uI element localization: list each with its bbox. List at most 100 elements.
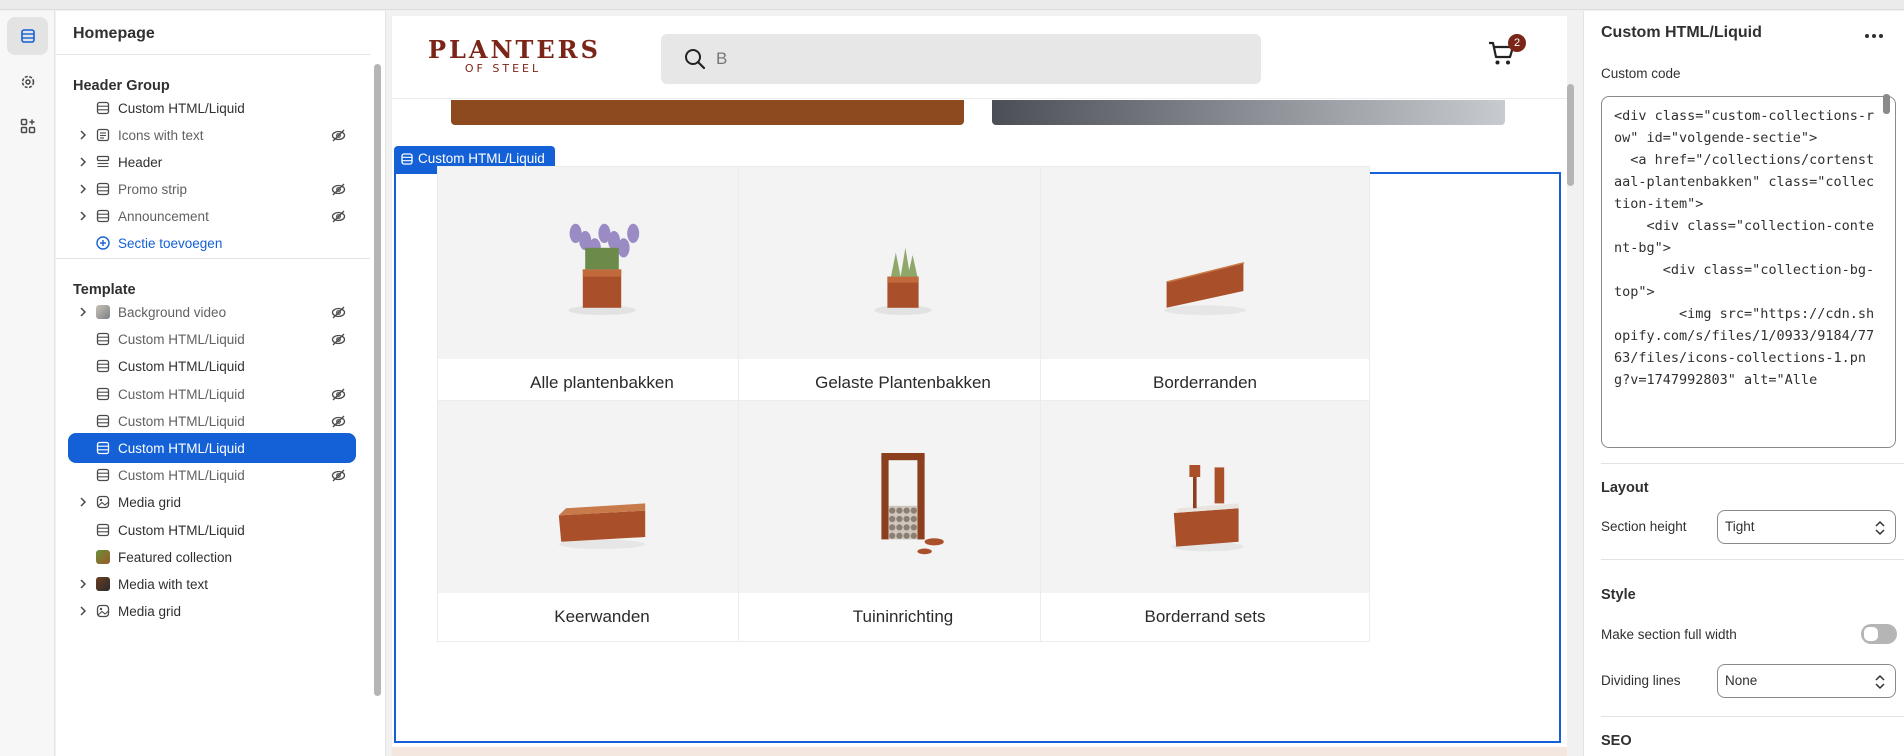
collection-card[interactable]: Keerwanden [437,400,767,642]
sidebar-item-custom-html-liquid[interactable]: Custom HTML/Liquid [68,93,356,123]
sidebar-item-background-video[interactable]: Background video [68,297,356,327]
section-icon [96,387,110,400]
media-grid-icon [96,605,110,618]
preview-scrollbar[interactable] [1567,84,1574,186]
next-section-edge [392,747,1567,756]
chevron-right-icon[interactable] [76,128,90,142]
eye-off-icon[interactable] [331,387,346,402]
header-group-title: Header Group [73,78,170,94]
sidebar-item-media-grid[interactable]: Media grid [68,487,356,517]
collection-title[interactable]: Keerwanden [438,593,766,641]
section-icon [96,469,110,482]
eye-off-icon[interactable] [331,305,346,320]
add-section-button[interactable]: Sectie toevoegen [68,228,356,258]
collection-card[interactable]: Gelaste Plantenbakken [738,166,1068,408]
sidebar-item-featured-collection[interactable]: Featured collection [68,542,356,572]
search-input[interactable] [716,46,1236,72]
editor-rail [0,11,55,756]
collection-image[interactable] [438,167,766,359]
sidebar-item-label: Custom HTML/Liquid [118,413,245,429]
divider [56,54,370,55]
sidebar-item-icons-with-text[interactable]: Icons with text [68,120,356,150]
chevron-right-icon[interactable] [76,577,90,591]
hero-image-right [992,100,1505,125]
sidebar-item-label: Media with text [118,577,209,592]
sidebar-item-label: Media grid [118,604,182,620]
section-icon [96,209,110,223]
collection-image[interactable] [1041,401,1369,593]
store-preview: PLANTERS OF STEEL 2 Custom HTML/Liquid A… [392,16,1567,756]
sidebar-item-media-with-text[interactable]: Media with text [68,569,356,599]
sidebar-item-custom-html-liquid[interactable]: Custom HTML/Liquid [68,379,356,409]
more-options-icon[interactable] [1864,33,1884,39]
chevron-right-icon[interactable] [76,209,90,223]
collection-title[interactable]: Borderrand sets [1041,593,1369,641]
store-search-bar[interactable] [661,34,1261,84]
custom-code-editor[interactable]: <div class="custom-collections-row" id="… [1601,96,1896,448]
chevron-right-icon[interactable] [76,182,90,196]
collection-image[interactable] [438,401,766,593]
collection-image[interactable] [1041,167,1369,359]
settings-title: Custom HTML/Liquid [1601,24,1762,41]
section-height-select[interactable]: Tight [1717,510,1896,544]
custom-code-text[interactable]: <div class="custom-collections-row" id="… [1614,105,1876,391]
planter-with-lavender-image [568,223,640,315]
apps-rail-button[interactable] [7,107,48,145]
eye-off-icon[interactable] [331,209,346,224]
collection-image[interactable] [739,167,1067,359]
eye-off-icon[interactable] [331,414,346,429]
sidebar-item-custom-html-liquid[interactable]: Custom HTML/Liquid [68,515,356,545]
store-logo[interactable]: PLANTERS OF STEEL [428,38,598,76]
sidebar-scrollbar[interactable] [374,64,381,696]
sidebar-item-header[interactable]: Header [68,147,356,177]
chevron-right-icon[interactable] [76,495,90,509]
section-icon [96,360,110,373]
search-icon [685,49,706,70]
sidebar-item-custom-html-liquid[interactable]: Custom HTML/Liquid [68,460,356,490]
section-icon [96,441,110,455]
sidebar-item-custom-html-liquid[interactable]: Custom HTML/Liquid [68,324,356,354]
collection-card[interactable]: Alle plantenbakken [437,166,767,408]
code-editor-scrollbar[interactable] [1883,94,1890,114]
settings-rail-button[interactable] [7,63,48,101]
section-height-label: Section height [1601,519,1687,534]
collection-image[interactable] [739,401,1067,593]
cart-count-badge: 2 [1508,34,1526,52]
sidebar-item-label: Custom HTML/Liquid [118,332,245,348]
section-tag-label: Custom HTML/Liquid [418,151,545,166]
collection-card[interactable]: Borderrand sets [1040,400,1370,642]
sidebar-item-custom-html-liquid[interactable]: Custom HTML/Liquid [68,351,356,381]
collection-card[interactable]: Tuininrichting [738,400,1068,642]
sections-rail-button[interactable] [7,17,48,55]
chevron-right-icon[interactable] [76,305,90,319]
sidebar-item-label: Custom HTML/Liquid [118,441,245,456]
collection-card[interactable]: Borderranden [1040,166,1370,408]
collection-title[interactable]: Tuininrichting [739,593,1067,641]
chevron-right-icon[interactable] [76,155,90,169]
sidebar-item-custom-html-liquid[interactable]: Custom HTML/Liquid [68,433,356,463]
sidebar-item-label: Custom HTML/Liquid [118,468,245,484]
eye-off-icon[interactable] [331,182,346,197]
divider [1601,716,1904,717]
video-thumbnail [96,305,110,319]
template-group-title: Template [73,282,136,298]
eye-off-icon[interactable] [331,468,346,483]
select-chevron-icon [1875,520,1885,536]
eye-off-icon[interactable] [331,332,346,347]
chevron-right-icon[interactable] [76,604,90,618]
sidebar-item-promo-strip[interactable]: Promo strip [68,174,356,204]
sidebar-item-media-grid[interactable]: Media grid [68,596,356,626]
sidebar-item-label: Header [118,155,163,170]
sidebar-item-label: Background video [118,305,227,320]
section-icon [96,414,110,427]
full-width-toggle[interactable] [1861,624,1897,644]
add-section-label: Sectie toevoegen [118,236,223,251]
full-width-label: Make section full width [1601,627,1737,642]
sidebar-item-custom-html-liquid[interactable]: Custom HTML/Liquid [68,406,356,436]
eye-off-icon[interactable] [331,128,346,143]
dividing-lines-select[interactable]: None [1717,664,1896,698]
sidebar-item-label: Promo strip [118,182,188,197]
divider [56,258,370,259]
divider [1601,559,1904,560]
sidebar-item-announcement[interactable]: Announcement [68,201,356,231]
